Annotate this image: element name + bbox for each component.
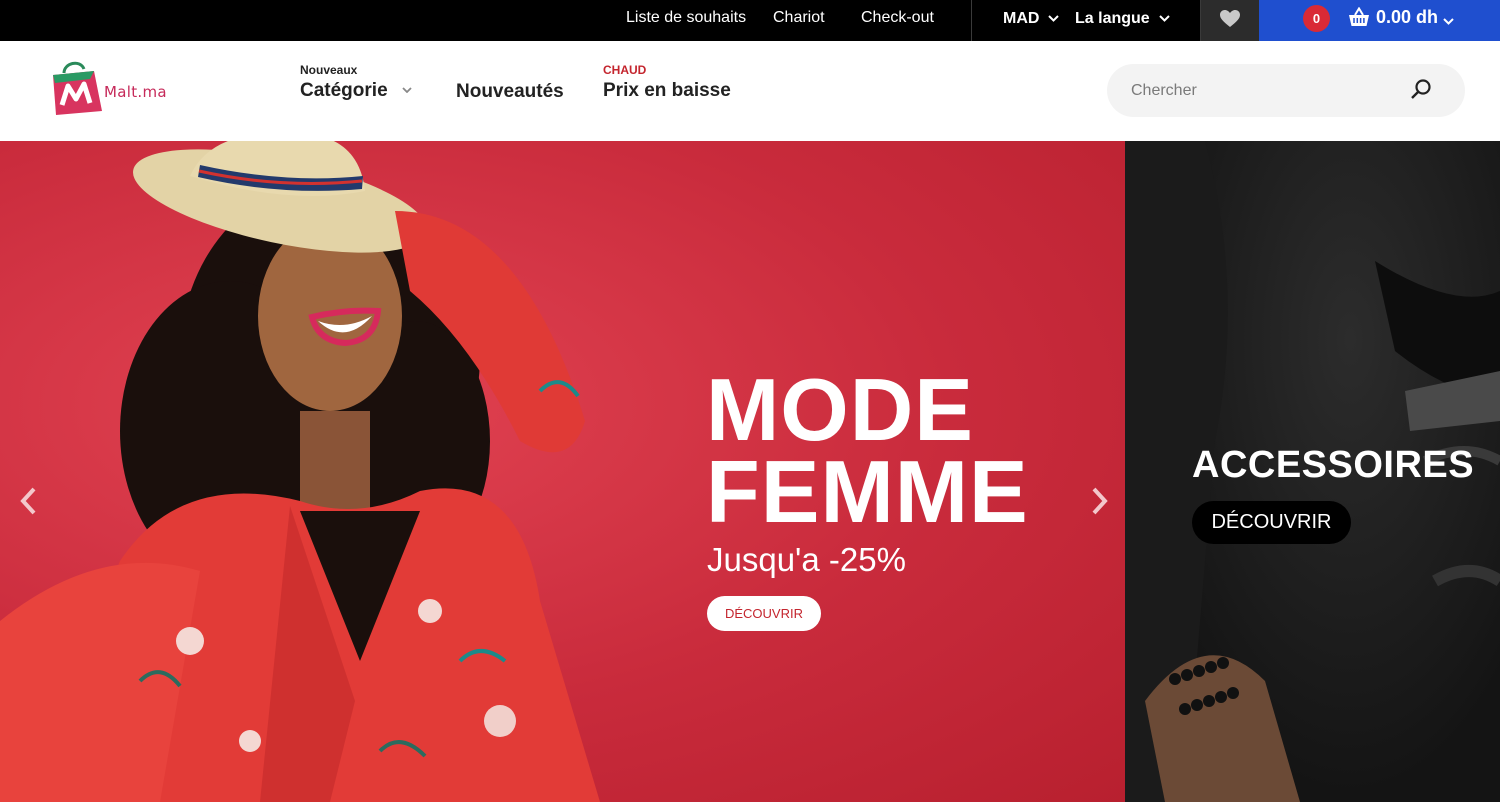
accessories-banner[interactable]: ACCESSOIRES DÉCOUVRIR bbox=[1125, 141, 1500, 802]
site-logo[interactable]: Malt.ma bbox=[50, 59, 180, 119]
nav-nouveautes[interactable]: Nouveautés bbox=[456, 78, 564, 103]
heart-icon bbox=[1219, 9, 1241, 33]
hero-subtitle: Jusqu'a -25% bbox=[707, 541, 906, 578]
hero-slider: MODE FEMME Jusqu'a -25% DÉCOUVRIR bbox=[0, 141, 1125, 802]
chevron-right-icon[interactable] bbox=[1084, 481, 1114, 521]
currency-dropdown[interactable]: MAD bbox=[1003, 0, 1060, 41]
nav-prix-en-baisse[interactable]: CHAUD Prix en baisse bbox=[603, 63, 731, 102]
nav-label: Nouveautés bbox=[456, 81, 564, 102]
basket-icon bbox=[1348, 6, 1370, 32]
search-icon[interactable] bbox=[1407, 78, 1435, 104]
cart-count-badge: 0 bbox=[1303, 5, 1330, 32]
hero-title: MODE FEMME bbox=[706, 360, 1029, 541]
language-dropdown[interactable]: La langue bbox=[1075, 0, 1170, 41]
cart-summary-button[interactable]: 0 0.00 dh bbox=[1259, 0, 1500, 41]
logo-mark bbox=[53, 61, 102, 115]
site-header: Malt.ma Nouveaux Catégorie Nouveautés CH… bbox=[0, 41, 1500, 141]
logo-text: Malt.ma bbox=[104, 83, 167, 101]
wishlist-link[interactable]: Liste de souhaits bbox=[626, 0, 746, 41]
accessories-title: ACCESSOIRES bbox=[1192, 444, 1475, 486]
accessories-discover-button[interactable]: DÉCOUVRIR bbox=[1192, 501, 1351, 544]
hero-discover-button[interactable]: DÉCOUVRIR bbox=[707, 596, 821, 631]
chevron-left-icon[interactable] bbox=[14, 481, 44, 521]
chevron-down-icon bbox=[402, 80, 412, 98]
search-box bbox=[1107, 64, 1465, 117]
chevron-down-icon bbox=[1158, 0, 1170, 35]
nav-label: Catégorie bbox=[300, 80, 388, 101]
currency-label: MAD bbox=[1003, 10, 1040, 27]
top-bar: Liste de souhaits Chariot Check-out MAD … bbox=[0, 0, 1500, 41]
divider bbox=[971, 0, 972, 41]
language-label: La langue bbox=[1075, 10, 1150, 27]
chevron-down-icon bbox=[1443, 12, 1454, 30]
nav-label: Prix en baisse bbox=[603, 80, 731, 101]
wishlist-button[interactable] bbox=[1201, 0, 1259, 41]
cart-link[interactable]: Chariot bbox=[773, 0, 825, 41]
hero-title-line: FEMME bbox=[706, 442, 1029, 541]
nav-new-label: Nouveaux bbox=[300, 63, 358, 77]
nav-categorie[interactable]: Nouveaux Catégorie bbox=[300, 63, 412, 102]
search-input[interactable] bbox=[1131, 64, 1401, 117]
cart-total: 0.00 dh bbox=[1376, 7, 1439, 27]
chevron-down-icon bbox=[1048, 0, 1060, 35]
hero-model-image bbox=[0, 141, 600, 802]
checkout-link[interactable]: Check-out bbox=[861, 0, 934, 41]
hero-title-line: MODE bbox=[706, 360, 974, 459]
nav-hot-label: CHAUD bbox=[603, 63, 647, 77]
